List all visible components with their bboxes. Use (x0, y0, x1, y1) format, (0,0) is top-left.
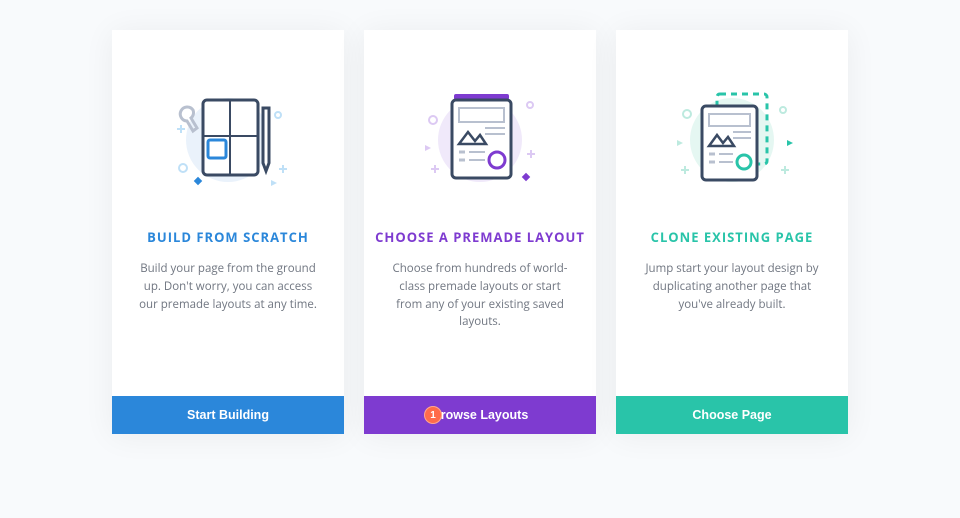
card-title: BUILD FROM SCRATCH (147, 228, 309, 246)
button-label: Browse Layouts (432, 408, 529, 422)
browse-layouts-button[interactable]: 1 Browse Layouts (364, 396, 596, 434)
card-build-from-scratch: BUILD FROM SCRATCH Build your page from … (112, 30, 344, 434)
card-title: CHOOSE A PREMADE LAYOUT (375, 228, 585, 246)
premade-illustration (364, 30, 596, 200)
card-description: Build your page from the ground up. Don'… (112, 246, 344, 331)
clone-illustration (616, 30, 848, 200)
button-label: Start Building (187, 408, 269, 422)
card-description: Choose from hundreds of world-class prem… (364, 246, 596, 331)
button-label: Choose Page (692, 408, 771, 422)
start-building-button[interactable]: Start Building (112, 396, 344, 434)
choose-page-button[interactable]: Choose Page (616, 396, 848, 434)
card-clone-page: CLONE EXISTING PAGE Jump start your layo… (616, 30, 848, 434)
card-premade-layout: CHOOSE A PREMADE LAYOUT Choose from hund… (364, 30, 596, 434)
card-description: Jump start your layout design by duplica… (616, 246, 848, 331)
option-cards-row: BUILD FROM SCRATCH Build your page from … (0, 0, 960, 434)
scratch-illustration (112, 30, 344, 200)
card-title: CLONE EXISTING PAGE (651, 228, 814, 246)
